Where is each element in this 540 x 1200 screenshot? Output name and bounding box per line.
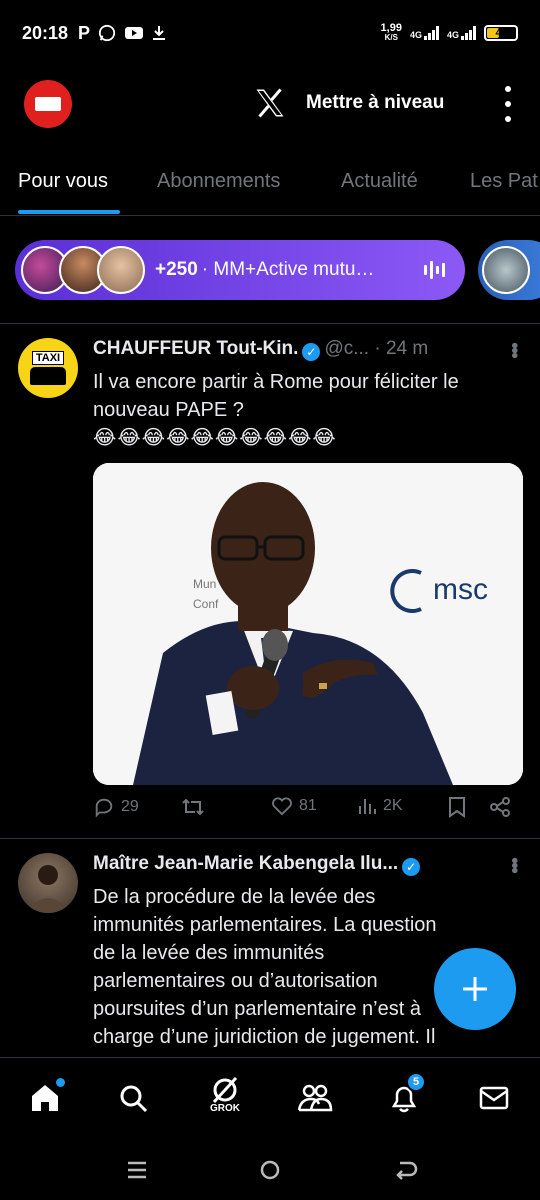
reply-button[interactable]: 29 [93, 796, 139, 818]
tweet-image[interactable]: msc Mun Conf [93, 463, 523, 785]
tab-more[interactable]: Les Pat [470, 170, 538, 193]
status-time: 20:18 [22, 22, 69, 43]
tweet-more-icon[interactable]: ••• [502, 857, 525, 872]
tweet-more-icon[interactable]: ••• [502, 342, 525, 357]
nav-search[interactable] [113, 1078, 153, 1118]
live-space-banner-2[interactable] [478, 240, 540, 300]
notification-count-badge: 5 [406, 1072, 426, 1092]
space-listener-count: +250 [155, 259, 198, 280]
search-icon [120, 1085, 148, 1113]
bookmark-icon [449, 797, 465, 818]
compose-post-button[interactable] [434, 948, 516, 1030]
nav-home[interactable] [25, 1078, 65, 1118]
view-count: 2K [383, 797, 403, 814]
home-new-dot [56, 1078, 65, 1087]
retweet-button[interactable] [181, 796, 205, 818]
tab-following[interactable]: Abonnements [157, 170, 280, 193]
like-count: 81 [299, 797, 317, 814]
views-button[interactable]: 2K [357, 796, 403, 816]
reply-count: 29 [121, 798, 139, 815]
space-avatar [482, 246, 530, 294]
tweet[interactable]: TAXI CHAUFFEUR Tout-Kin. ✓ @c... · 24 m ••… [0, 324, 540, 838]
back-icon[interactable] [392, 1159, 418, 1181]
communities-icon [297, 1084, 333, 1112]
more-options-icon[interactable] [498, 86, 518, 122]
bookmark-button[interactable] [448, 796, 466, 818]
tweet-header: Maître Jean-Marie Kabengela Ilu... ✓ [93, 853, 424, 876]
retweet-icon [182, 798, 204, 816]
tab-news[interactable]: Actualité [341, 170, 418, 193]
tweet-emojis: 😂😂😂😂😂😂😂😂😂😂 [93, 427, 337, 449]
mail-icon [479, 1086, 509, 1110]
tweet-actions: 29 81 2K [93, 796, 523, 826]
tweet-author-avatar[interactable] [18, 853, 78, 913]
share-button[interactable] [489, 796, 511, 818]
whatsapp-icon [98, 24, 116, 42]
tweet-time: · 24 m [374, 338, 429, 359]
recent-apps-icon[interactable] [124, 1159, 150, 1181]
signal-bars-icon [423, 26, 439, 40]
tweet-author-name[interactable]: CHAUFFEUR Tout-Kin. [93, 338, 298, 359]
tweet-author-avatar[interactable]: TAXI [18, 338, 78, 398]
verified-badge-icon: ✓ [402, 858, 421, 876]
views-icon [359, 799, 376, 814]
nav-messages[interactable] [474, 1078, 514, 1118]
tab-for-you[interactable]: Pour vous [18, 170, 108, 193]
system-navigation-bar [0, 1139, 540, 1200]
space-title: · MM+Active mutu… [201, 259, 375, 280]
svg-text:Conf: Conf [193, 597, 219, 611]
grok-icon [212, 1076, 238, 1103]
download-icon [153, 26, 166, 40]
tweet-text: Il va encore partir à Rome pour félicite… [93, 368, 523, 452]
share-icon [490, 797, 510, 817]
home-system-icon[interactable] [257, 1159, 283, 1181]
svg-text:Mun: Mun [193, 577, 216, 591]
status-bar: 20:18 P 1,99 K/S 4G 4G 40 [0, 0, 540, 66]
active-tab-indicator [18, 210, 120, 214]
tweet-header: CHAUFFEUR Tout-Kin. ✓ @c... · 24 m [93, 338, 428, 361]
net-speed: 1,99 K/S [380, 22, 402, 43]
tweet-author-name[interactable]: Maître Jean-Marie Kabengela Ilu... [93, 853, 398, 874]
home-icon [32, 1085, 58, 1111]
space-avatar [97, 246, 145, 294]
nav-communities[interactable] [295, 1078, 335, 1118]
verified-badge-icon: ✓ [302, 343, 321, 361]
feed-tabs: Pour vous Abonnements Actualité Les Pat [0, 142, 540, 216]
bottom-navigation: GROK 5 [0, 1057, 540, 1139]
nav-grok[interactable]: GROK [205, 1074, 245, 1114]
youtube-icon [125, 27, 144, 39]
taxi-car-icon [30, 367, 66, 385]
live-space-banner[interactable]: +250 · MM+Active mutu… [15, 240, 465, 300]
plus-icon [463, 977, 487, 1001]
nav-notifications[interactable]: 5 [384, 1072, 426, 1118]
top-header: Mettre à niveau [0, 66, 540, 142]
like-button[interactable]: 81 [271, 796, 317, 816]
heart-icon [272, 797, 292, 816]
p-app-icon: P [78, 22, 91, 43]
audio-wave-icon [424, 261, 445, 279]
media-logo-text: msc [433, 573, 488, 606]
battery-icon: 40 [484, 25, 518, 41]
upgrade-button[interactable]: Mettre à niveau [306, 92, 444, 114]
photo-speaker-with-microphone: msc Mun Conf [93, 463, 523, 785]
tweet-author-handle: @c... [324, 338, 370, 359]
signal-bars-icon [461, 26, 476, 40]
reply-icon [95, 798, 113, 818]
signal-1: 4G [410, 26, 439, 40]
x-logo-icon [256, 88, 284, 118]
signal-2: 4G [447, 26, 476, 40]
profile-avatar[interactable] [24, 80, 72, 128]
